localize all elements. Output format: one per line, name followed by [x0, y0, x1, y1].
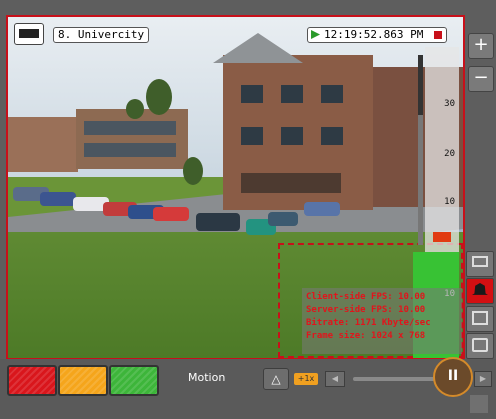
record-icon — [434, 31, 442, 39]
control-bar: Motion △ +1x ◀ II ▶ — [0, 357, 496, 419]
meter-track[interactable] — [418, 55, 423, 245]
app-window: 8. Univercity 12:19:52.863 PM 30 20 10 1… — [0, 0, 496, 419]
meter-tick: 10 — [444, 197, 455, 207]
rewind-button[interactable]: ◀ — [325, 371, 345, 387]
pause-icon: II — [447, 368, 459, 384]
bell-icon: △ — [271, 372, 281, 386]
scene-tree — [146, 79, 172, 115]
timestamp-label: 12:19:52.863 PM — [307, 27, 447, 43]
threshold-handle[interactable] — [433, 232, 451, 242]
scene-car — [153, 207, 189, 221]
zoom-out-button[interactable]: − — [468, 66, 494, 92]
play-icon — [311, 30, 321, 39]
pause-button[interactable]: II — [433, 357, 473, 397]
timestamp-text: 12:19:52.863 PM — [324, 28, 424, 41]
settings-button[interactable] — [470, 395, 488, 413]
scene-car — [196, 213, 240, 231]
archive-button[interactable] — [466, 306, 494, 332]
meter-tick: 30 — [444, 99, 455, 109]
forward-button[interactable]: ▶ — [474, 371, 492, 387]
scene-tree — [126, 99, 144, 119]
stats-server-fps: Server-side FPS: 10.00 — [306, 305, 426, 315]
alarm-bell-button[interactable] — [466, 278, 494, 304]
scene-car — [40, 192, 76, 206]
camera-name-label: 8. Univercity — [53, 27, 150, 43]
scene-car — [268, 212, 298, 226]
video-viewport[interactable]: 8. Univercity 12:19:52.863 PM 30 20 10 1… — [6, 15, 465, 360]
monitor-icon — [472, 256, 488, 267]
motion-label: Motion — [188, 371, 226, 384]
tape-icon — [472, 338, 488, 352]
alarm-green-button[interactable] — [109, 365, 159, 396]
scene-building-main — [213, 33, 373, 210]
camera-icon[interactable] — [14, 23, 44, 45]
monitor-button[interactable] — [466, 251, 494, 277]
alarm-red-button[interactable] — [7, 365, 57, 396]
film-icon — [472, 311, 488, 325]
tape-button[interactable] — [466, 333, 494, 359]
scene-building-far — [8, 117, 78, 172]
notification-button[interactable]: △ — [263, 368, 289, 390]
stats-bitrate: Bitrate: 1171 Kbyte/sec — [306, 318, 431, 328]
rewind-icon: ◀ — [331, 374, 339, 383]
alarm-orange-button[interactable] — [58, 365, 108, 396]
stats-client-fps: Client-side FPS: 10.00 — [306, 292, 426, 302]
scene-tree — [183, 157, 203, 185]
stream-stats-overlay: Client-side FPS: 10.00 Server-side FPS: … — [302, 288, 462, 354]
playback-speed[interactable]: +1x — [294, 373, 318, 385]
scene-car — [304, 202, 340, 216]
meter-tick: 20 — [444, 149, 455, 159]
playback-timeline[interactable] — [353, 377, 435, 381]
stats-frame-size: Frame size: 1024 x 768 — [306, 331, 426, 341]
zoom-in-button[interactable]: + — [468, 33, 494, 59]
bell-icon — [472, 283, 488, 295]
forward-icon: ▶ — [479, 374, 487, 383]
